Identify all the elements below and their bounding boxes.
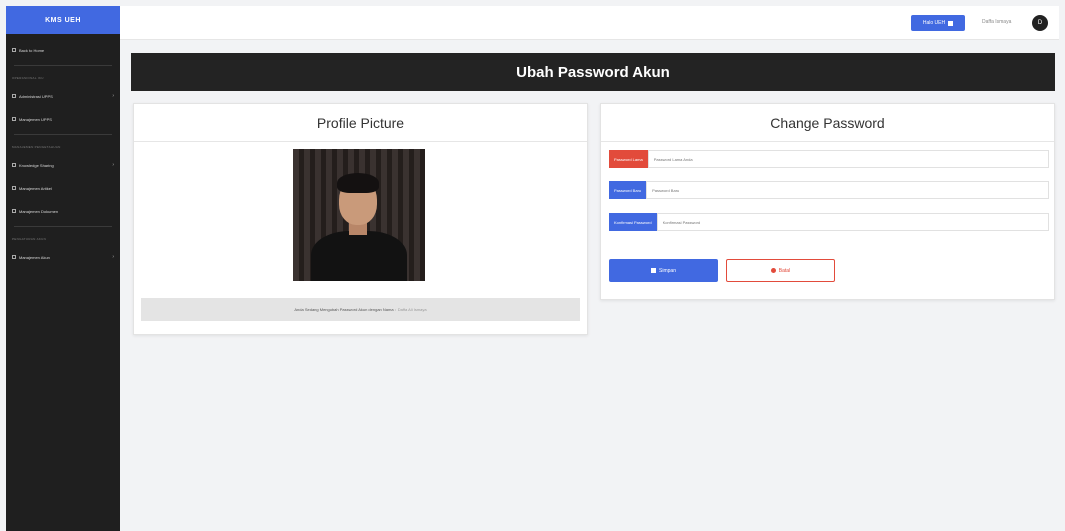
account-info-text: Anda Sedang Mengubah Password Akun denga…: [294, 307, 396, 312]
confirm-password-row: Konfirmasi Password: [609, 213, 1049, 231]
sidebar-item-label: Manajemen Akun: [19, 254, 50, 260]
user-name[interactable]: Daffa Ismaya: [982, 19, 1011, 25]
change-password-title: Change Password: [601, 104, 1054, 142]
new-password-row: Password Baru: [609, 181, 1049, 199]
sidebar-item-manajemen-akun[interactable]: Manajemen Akun ›: [6, 250, 120, 264]
sidebar-item-label: Administrasi UPPS: [19, 93, 53, 99]
sidebar-item-label: Manajemen Artikel: [19, 185, 52, 191]
sidebar-heading: Manajemen Pengetahuan: [12, 145, 61, 149]
chevron-right-icon: ›: [112, 254, 114, 260]
photo-hair: [337, 173, 379, 193]
new-password-input[interactable]: [646, 181, 1049, 199]
topbar-button[interactable]: Halo UEH: [911, 15, 965, 31]
list-icon: [12, 117, 16, 121]
avatar[interactable]: D: [1032, 15, 1048, 31]
sidebar-item-manajemen-artikel[interactable]: Manajemen Artikel: [6, 181, 120, 195]
save-icon: [651, 268, 657, 273]
old-password-label: Password Lama: [609, 150, 648, 168]
folder-icon: [12, 94, 16, 98]
sidebar-heading: Pengaturan Akun: [12, 237, 47, 241]
sidebar-item-label: Manajemen UPPS: [19, 116, 52, 122]
user-icon: [12, 255, 16, 259]
confirm-password-label: Konfirmasi Password: [609, 213, 657, 231]
home-icon: [12, 48, 16, 52]
save-button[interactable]: Simpan: [609, 259, 718, 282]
account-info-name: Daffa Ali Ismaya: [397, 307, 427, 312]
document-icon: [12, 209, 16, 213]
sidebar-heading: Operasional IKU: [12, 76, 44, 80]
cancel-button-label: Batal: [778, 267, 791, 274]
sidebar-divider: [14, 226, 112, 227]
sidebar: KMS UEH Back to Home Operasional IKU Adm…: [6, 6, 120, 531]
brand-logo[interactable]: KMS UEH: [6, 6, 120, 34]
photo-shirt: [311, 231, 407, 281]
save-button-label: Simpan: [659, 267, 676, 274]
change-password-card: Change Password Password Lama Password B…: [600, 103, 1055, 300]
sidebar-divider: [14, 65, 112, 66]
topbar: Halo UEH Daffa Ismaya D: [120, 6, 1059, 40]
new-password-label: Password Baru: [609, 181, 647, 199]
sidebar-item-manajemen-upps[interactable]: Manajemen UPPS: [6, 112, 120, 126]
share-icon: [12, 163, 16, 167]
book-icon: [948, 20, 954, 26]
sidebar-item-manajemen-dokumen[interactable]: Manajemen Dokumen: [6, 204, 120, 218]
sidebar-divider: [14, 134, 112, 135]
page-title: Ubah Password Akun: [131, 53, 1055, 91]
sidebar-item-back-home[interactable]: Back to Home: [6, 43, 120, 57]
profile-photo: [293, 149, 425, 281]
account-info-bar: Anda Sedang Mengubah Password Akun denga…: [141, 298, 580, 321]
old-password-input[interactable]: [647, 150, 1049, 168]
topbar-button-label: Halo UEH: [922, 20, 946, 26]
sidebar-item-label: Back to Home: [19, 47, 45, 53]
chevron-right-icon: ›: [112, 93, 114, 99]
eye-icon: [770, 268, 776, 273]
cancel-button[interactable]: Batal: [726, 259, 835, 282]
old-password-row: Password Lama: [609, 150, 1049, 168]
profile-card-title: Profile Picture: [134, 104, 587, 142]
profile-picture-card: Profile Picture Anda Sedang Mengubah Pas…: [133, 103, 588, 335]
chevron-right-icon: ›: [112, 162, 114, 168]
sidebar-item-administrasi-upps[interactable]: Administrasi UPPS ›: [6, 89, 120, 103]
sidebar-item-label: Knowledge Sharing: [19, 162, 54, 168]
confirm-password-input[interactable]: [656, 213, 1049, 231]
article-icon: [12, 186, 16, 190]
sidebar-item-knowledge-sharing[interactable]: Knowledge Sharing ›: [6, 158, 120, 172]
sidebar-item-label: Manajemen Dokumen: [19, 208, 59, 214]
